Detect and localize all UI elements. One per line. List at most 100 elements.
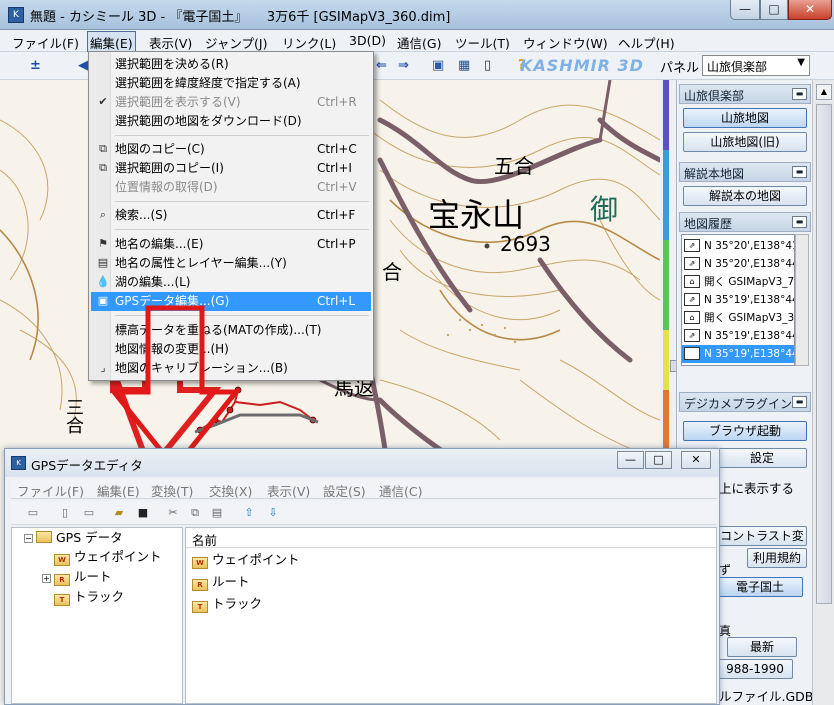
history-item-selected[interactable]: ⇗ N 35°19',E138°44' <box>682 345 794 363</box>
list-row-waypoint[interactable]: W ウェイポイント <box>192 550 300 570</box>
gps-list-view[interactable]: 名前 W ウェイポイント R ルート T トラック <box>185 527 717 704</box>
collapse-icon[interactable]: ▬ <box>792 88 807 100</box>
gps-editor-title: GPSデータエディタ <box>31 458 143 473</box>
panel-select[interactable]: 山旅倶楽部 ▼ <box>702 55 810 76</box>
app-icon[interactable]: K <box>8 7 24 23</box>
history-list[interactable]: ⇗ N 35°20',E138°41' ⇗ N 35°20',E138°44' ⌂ 開… <box>681 234 795 366</box>
menu-item-copy-map[interactable]: ⧉ 地図のコピー(C) Ctrl+C <box>91 140 371 159</box>
menu-tools[interactable]: ツール(T) <box>455 33 510 52</box>
scroll-thumb[interactable] <box>816 104 832 604</box>
new-file-icon[interactable]: ▯ <box>57 505 73 521</box>
denshi-kokudo-button[interactable]: 電子国土 <box>717 577 803 597</box>
section-yamatabi[interactable]: 山旅倶楽部 ▬ <box>679 84 811 104</box>
gps-menu-settings[interactable]: 設定(S) <box>323 481 366 500</box>
history-scrollbar[interactable] <box>795 234 809 366</box>
panel-scrollbar[interactable]: ▲ <box>812 80 834 705</box>
gps-menu-edit[interactable]: 編集(E) <box>97 481 140 500</box>
expand-toggle-icon[interactable]: + <box>42 574 51 583</box>
browser-launch-button[interactable]: ブラウザ起動 <box>683 421 807 441</box>
range-button[interactable]: 988-1990 <box>717 659 793 679</box>
list-row-route[interactable]: R ルート <box>192 572 250 592</box>
menu-item-edit-lake[interactable]: 💧 湖の編集...(L) <box>91 273 371 292</box>
section-digicam[interactable]: デジカメプラグイン ▬ <box>679 392 811 412</box>
camera-icon[interactable]: ▣ <box>432 58 444 74</box>
tree-waypoint[interactable]: W ウェイポイント <box>54 548 162 566</box>
collapse-icon[interactable]: ▬ <box>792 166 807 178</box>
forward-arrow-icon[interactable]: ⇒ <box>398 58 409 74</box>
history-item[interactable]: ⇗ N 35°20',E138°41' <box>682 237 794 255</box>
gps-device-icon[interactable]: ▯ <box>484 58 491 74</box>
cut-icon[interactable]: ✂ <box>165 505 181 521</box>
gps-minimize-button[interactable]: — <box>617 451 644 469</box>
save-icon[interactable]: ■ <box>135 505 151 521</box>
tree-root[interactable]: GPS データ <box>36 529 123 547</box>
collapse-icon[interactable]: ▬ <box>792 396 807 408</box>
menu-3d[interactable]: 3D(D) <box>349 33 386 48</box>
tree-track[interactable]: T トラック <box>54 588 124 606</box>
menu-item-get-position[interactable]: 位置情報の取得(D) Ctrl+V <box>91 178 371 197</box>
yamatabi-old-map-button[interactable]: 山旅地図(旧) <box>683 132 807 152</box>
app-icon: K <box>11 456 26 470</box>
menu-item-copy-range[interactable]: ⧉ 選択範囲のコピー(I) Ctrl+I <box>91 159 371 178</box>
menu-help[interactable]: ヘルプ(H) <box>618 33 675 52</box>
film-icon[interactable]: ▦ <box>458 58 470 74</box>
folder-icon[interactable]: ▭ <box>25 505 41 521</box>
list-row-track[interactable]: T トラック <box>192 594 262 614</box>
upload-icon[interactable]: ⇧ <box>241 505 257 521</box>
band-cyan <box>663 150 669 240</box>
download-icon[interactable]: ⇩ <box>265 505 281 521</box>
gps-tree-view[interactable]: − GPS データ W ウェイポイント + R ルート T トラック <box>11 527 183 704</box>
menu-view[interactable]: 表示(V) <box>149 33 192 52</box>
tree-route[interactable]: R ルート <box>54 568 112 586</box>
scroll-up-icon[interactable]: ▲ <box>816 84 832 100</box>
latest-button[interactable]: 最新 <box>727 637 797 657</box>
back-arrow-icon[interactable]: ⇐ <box>376 58 387 74</box>
maximize-button[interactable]: □ <box>760 0 788 20</box>
zu-label: ず <box>719 563 732 577</box>
gps-menu-comm[interactable]: 通信(C) <box>379 481 422 500</box>
menu-window[interactable]: ウィンドウ(W) <box>523 33 608 52</box>
new-folder-icon[interactable]: ▭ <box>81 505 97 521</box>
menu-link[interactable]: リンク(L) <box>282 33 336 52</box>
history-item[interactable]: ⇗ N 35°20',E138°44' <box>682 255 794 273</box>
menu-item-download-range[interactable]: 選択範囲の地図をダウンロード(D) <box>91 112 371 131</box>
paste-icon[interactable]: ▤ <box>209 505 225 521</box>
menu-item-edit-layers[interactable]: ▤ 地名の属性とレイヤー編集...(Y) <box>91 254 371 273</box>
copy-icon[interactable]: ⧉ <box>187 505 203 521</box>
history-item[interactable]: ⌂ 開く GSIMapV3_3 <box>682 309 794 327</box>
settings-button[interactable]: 設定 <box>717 448 807 468</box>
gps-menu-convert[interactable]: 変換(T) <box>151 481 193 500</box>
menu-item-select-latlon[interactable]: 選択範囲を緯度経度で指定する(A) <box>91 74 371 93</box>
menu-item-edit-placename[interactable]: ⚑ 地名の編集...(E) Ctrl+P <box>91 235 371 254</box>
gps-menu-exchange[interactable]: 交換(X) <box>209 481 252 500</box>
menu-jump[interactable]: ジャンプ(J) <box>205 33 267 52</box>
tool-icon[interactable]: ◀ <box>78 58 88 74</box>
menu-item-select-range[interactable]: 選択範囲を決める(R) <box>91 55 371 74</box>
check-icon: ✔ <box>98 95 108 108</box>
yamatabi-map-button[interactable]: 山旅地図 <box>683 108 807 128</box>
history-item[interactable]: ⇗ N 35°19',E138°44' <box>682 291 794 309</box>
gps-close-button[interactable]: ✕ <box>681 451 711 469</box>
gps-menu-file[interactable]: ファイル(F) <box>17 481 84 500</box>
close-button[interactable]: ✕ <box>788 0 832 20</box>
collapse-icon[interactable]: ▬ <box>792 216 807 228</box>
menu-item-search[interactable]: ⌕ 検索...(S) Ctrl+F <box>91 206 371 225</box>
history-item[interactable]: ⇗ N 35°19',E138°44' <box>682 327 794 345</box>
terms-button[interactable]: 利用規約 <box>747 548 807 568</box>
guidebook-map-button[interactable]: 解説本の地図 <box>683 186 807 206</box>
history-item[interactable]: ⌂ 開く GSIMapV3_7 <box>682 273 794 291</box>
gps-menu-view[interactable]: 表示(V) <box>267 481 310 500</box>
list-header-name[interactable]: 名前 <box>186 528 716 548</box>
menu-comm[interactable]: 通信(G) <box>397 33 441 52</box>
collapse-toggle-icon[interactable]: − <box>24 534 33 543</box>
open-icon[interactable]: ▰ <box>111 505 127 521</box>
folder-icon <box>36 531 52 543</box>
menu-file[interactable]: ファイル(F) <box>12 33 79 52</box>
menu-item-show-range[interactable]: ✔ 選択範囲を表示する(V) Ctrl+R <box>91 93 371 112</box>
section-history[interactable]: 地図履歴 ▬ <box>679 212 811 232</box>
zoom-in-icon[interactable]: ± <box>30 58 41 74</box>
minimize-button[interactable]: — <box>730 0 760 20</box>
contrast-button[interactable]: コントラスト変更 <box>717 526 807 561</box>
section-guidebook[interactable]: 解説本地図 ▬ <box>679 162 811 182</box>
gps-maximize-button[interactable]: □ <box>645 451 672 469</box>
